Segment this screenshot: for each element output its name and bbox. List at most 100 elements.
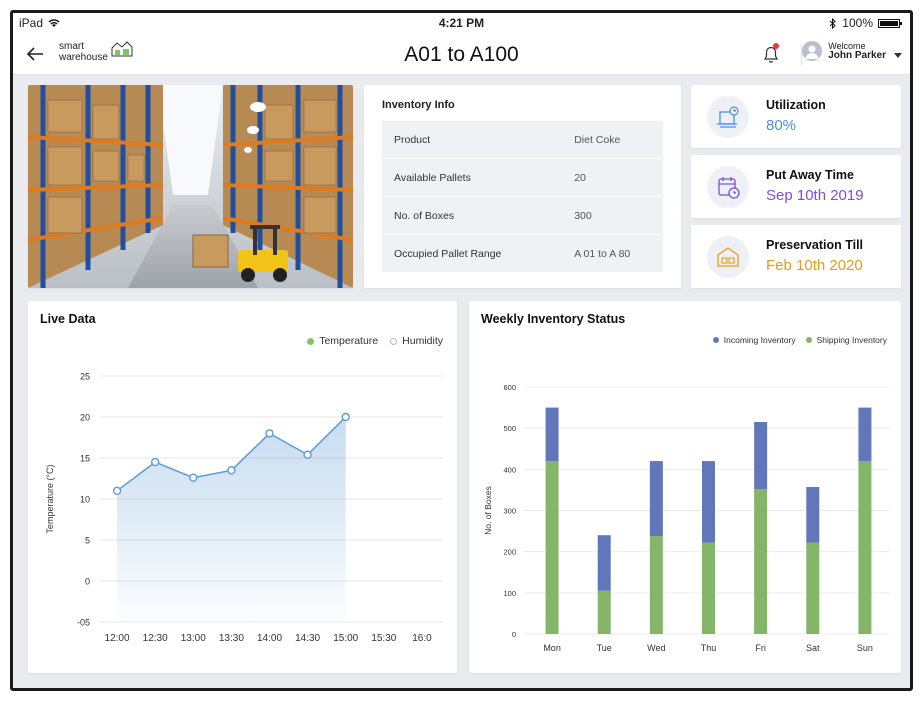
y-axis-label: Temperature (°C) [45,464,55,533]
battery-icon [878,18,902,28]
x-tick-label: 13:00 [181,633,206,644]
chevron-down-icon [894,52,902,58]
row-value: 300 [550,197,663,234]
y-axis-label: No. of Boxes [483,486,493,535]
row-label: Occupied Pallet Range [382,235,551,272]
notification-badge [773,43,779,49]
inventory-info-card: Inventory Info Product Diet Coke Availab… [364,85,681,288]
x-tick-label: Mon [543,643,561,653]
table-row: Occupied Pallet Range A 01 to A 80 [382,235,663,272]
bar-shipping [754,489,768,634]
y-tick-label: 15 [80,454,90,464]
x-tick-label: Sun [857,643,873,653]
x-tick-label: Sat [806,643,820,653]
x-tick-label: Fri [755,643,766,653]
stat-label: Put Away Time [766,168,854,182]
table-row: Product Diet Coke [382,121,663,158]
temperature-point [189,473,198,482]
bar-incoming [545,407,559,462]
y-tick-label: 5 [85,536,90,546]
x-tick-label: 14:30 [295,633,320,644]
x-tick-label: 14:00 [257,633,282,644]
stat-label: Utilization [766,98,826,112]
ipad-frame: iPad 4:21 PM 100% smart warehouse A01 to… [10,10,913,691]
bar-shipping [702,542,715,634]
stat-value: 80% [766,117,797,134]
temperature-point [227,466,236,475]
temperature-area [117,417,346,622]
warehouse-icon [707,236,749,278]
x-tick-label: 13:30 [219,633,244,644]
temperature-point [303,450,312,459]
y-tick-label: 0 [85,577,90,587]
x-tick-label: Wed [647,643,665,653]
y-tick-label: 200 [503,548,516,557]
bar-incoming [597,535,611,591]
bar-shipping [597,590,611,634]
bar-shipping [649,536,663,634]
x-tick-label: 15:30 [371,633,396,644]
user-name: John Parker [828,50,886,61]
bar-incoming [858,407,872,462]
bar-shipping [545,461,559,634]
x-tick-label: 12:00 [105,633,130,644]
inventory-table: Product Diet Coke Available Pallets 20 N… [382,120,663,273]
row-label: Available Pallets [382,159,551,196]
notification-button[interactable] [760,43,782,65]
row-value: Diet Coke [550,121,663,158]
y-tick-label: -05 [77,618,90,628]
x-tick-label: 16:0 [412,633,432,644]
status-bar: iPad 4:21 PM 100% [13,13,910,35]
stat-value: Feb 10th 2020 [766,257,863,274]
y-tick-label: 20 [80,413,90,423]
temperature-point [112,486,122,496]
temperature-point [150,457,160,467]
bar-shipping [858,461,872,634]
stat-value: Sep 10th 2019 [766,187,864,204]
weekly-inventory-card: Weekly Inventory Status Incoming Invento… [469,301,901,673]
y-tick-label: 500 [503,424,516,433]
x-tick-label: 15:00 [333,633,358,644]
y-tick-label: 10 [80,495,90,505]
bar-incoming [806,487,820,543]
y-tick-label: 0 [512,630,516,639]
user-menu[interactable]: Welcome John Parker [802,41,902,61]
warehouse-photo [28,85,353,288]
utilization-card[interactable]: Utilization 80% [691,85,901,148]
app-header: smart warehouse A01 to A100 Welcome John… [13,35,910,75]
cart-icon [707,96,749,138]
inventory-info-title: Inventory Info [382,99,455,111]
y-tick-label: 300 [503,507,516,516]
row-value: 20 [550,159,663,196]
y-tick-label: 600 [503,383,516,392]
y-tick-label: 25 [80,372,90,382]
put-away-time-card[interactable]: Put Away Time Sep 10th 2019 [691,155,901,218]
row-value: A 01 to A 80 [550,235,663,272]
temperature-point [341,412,350,422]
x-tick-label: Thu [701,643,717,653]
battery-percent: 100% [842,16,873,30]
y-tick-label: 400 [503,465,516,474]
y-tick-label: 100 [503,589,516,598]
row-label: Product [382,121,551,158]
live-data-chart: 25 20 15 10 5 0 -05 12:00 12:30 13:00 13:30 14:00 14… [45,372,443,644]
live-data-card: Live Data Temperature Humidity 25 20 15 10 5… [28,301,457,673]
weekly-inventory-chart: 0 100 200 300 400 500 600 No. of Boxes Mon Tue Wed… [483,383,889,653]
row-label: No. of Boxes [382,197,551,234]
x-tick-label: 12:30 [143,633,168,644]
temperature-point [265,429,274,438]
bar-incoming [754,421,768,490]
table-row: Available Pallets 20 [382,159,663,196]
calendar-clock-icon [707,166,749,208]
stat-label: Preservation Till [766,238,864,252]
clock: 4:21 PM [438,16,485,30]
bar-incoming [649,461,663,537]
preservation-till-card[interactable]: Preservation Till Feb 10th 2020 [691,225,901,288]
avatar [802,41,823,61]
bluetooth-icon [829,17,837,29]
x-tick-label: Tue [597,643,612,653]
user-icon [805,45,819,59]
table-row: No. of Boxes 300 [382,197,663,234]
bar-incoming [702,461,715,543]
bar-shipping [806,542,820,634]
